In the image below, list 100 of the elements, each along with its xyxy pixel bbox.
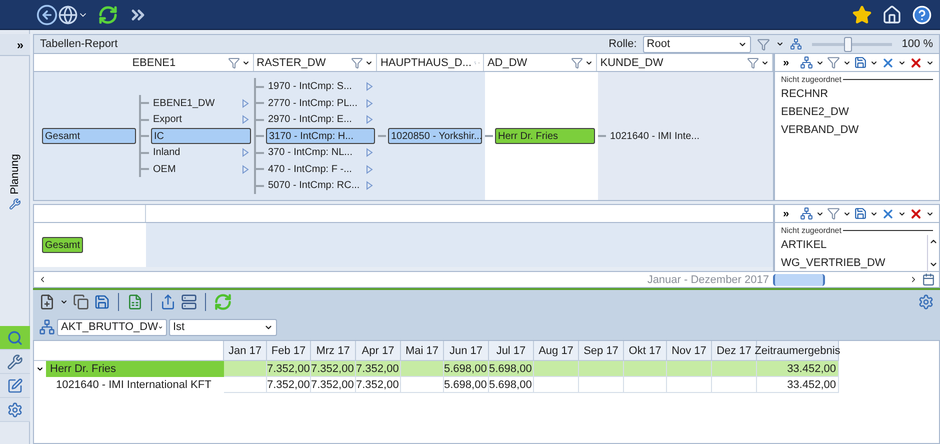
tree-node[interactable]: Gesamt <box>42 237 84 253</box>
tree-item[interactable]: 2770 - IntCmp: PL... <box>266 96 375 110</box>
column-header: Aug 17 <box>534 341 579 361</box>
refresh-icon[interactable] <box>98 4 118 24</box>
period-label: Januar - Dezember 2017 <box>647 274 769 286</box>
close-icon[interactable] <box>881 56 896 70</box>
tree-node[interactable]: 3170 - IntCmp: H... <box>266 128 375 144</box>
tree-item[interactable]: OEM <box>151 162 251 176</box>
save-icon[interactable] <box>854 56 868 69</box>
planning-tab[interactable]: Planung <box>6 152 22 212</box>
table-cell: 5.698,00 <box>444 377 489 393</box>
spreadsheet-icon[interactable] <box>127 294 143 310</box>
slider-thumb[interactable] <box>844 36 852 52</box>
tree-node[interactable]: Herr Dr. Fries <box>495 128 595 144</box>
tool-button[interactable] <box>0 350 30 374</box>
collapse-button[interactable]: » <box>0 34 30 56</box>
field-item[interactable]: RECHNR <box>775 84 939 102</box>
column-header[interactable]: EBENE1 <box>34 54 254 71</box>
back-button[interactable] <box>36 4 88 26</box>
tree-item[interactable]: 470 - IntCmp: F -... <box>266 162 375 176</box>
scroll-right-icon[interactable] <box>909 275 918 284</box>
tree-item[interactable]: Export <box>151 112 251 126</box>
tree-item[interactable]: 1970 - IntCmp: S... <box>266 80 375 94</box>
tree-node[interactable]: Gesamt <box>42 128 136 144</box>
column-header: Jul 17 <box>489 341 534 361</box>
new-document-icon[interactable] <box>39 294 55 310</box>
export-icon[interactable] <box>160 294 176 310</box>
tool-button[interactable] <box>0 326 30 350</box>
table-cell: 5.698,00 <box>444 361 489 377</box>
layout-icon[interactable] <box>790 38 802 50</box>
connector-line <box>598 135 606 137</box>
tree-item[interactable]: EBENE1_DW <box>151 96 251 110</box>
column-header: Okt 17 <box>624 341 667 361</box>
settings-icon[interactable] <box>6 402 22 418</box>
tree-item[interactable]: 1021640 - IMI Inte... <box>608 129 771 143</box>
section-heading: Nicht zugeordnet <box>781 75 842 84</box>
magnifier-icon[interactable] <box>6 330 22 346</box>
tree-item[interactable]: 2970 - IntCmp: E... <box>266 112 375 126</box>
close-icon[interactable] <box>881 206 896 220</box>
field-item[interactable]: VERBAND_DW <box>775 120 939 138</box>
measure-dropdown[interactable]: AKT_BRUTTO_DW <box>57 318 167 336</box>
column-header[interactable]: RASTER_DW <box>254 54 378 71</box>
dropdown-caret-icon[interactable] <box>843 210 852 218</box>
role-dropdown[interactable]: Root <box>642 36 751 52</box>
collapse-button[interactable]: » <box>783 208 790 220</box>
tree-node[interactable]: IC <box>151 128 251 144</box>
settings-icon[interactable] <box>918 294 934 310</box>
field-item[interactable]: EBENE2_DW <box>775 102 939 120</box>
version-dropdown[interactable]: Ist <box>169 318 277 336</box>
home-icon[interactable] <box>882 4 902 24</box>
edit-icon[interactable] <box>6 378 22 394</box>
field-item[interactable]: ARTIKEL <box>775 235 927 253</box>
calendar-icon[interactable] <box>922 273 935 286</box>
save-icon[interactable] <box>854 207 868 220</box>
tree-item[interactable]: 5070 - IntCmp: RC... <box>266 178 375 192</box>
table-cell: 33.452,00 <box>757 361 839 377</box>
dropdown-caret-icon[interactable] <box>870 210 878 218</box>
connector-line <box>378 135 386 137</box>
help-icon[interactable] <box>912 4 932 24</box>
table-cell: 7.352,00 <box>267 377 311 393</box>
dropdown-caret-icon[interactable] <box>816 210 824 218</box>
tool-button[interactable] <box>0 374 30 398</box>
tree-item[interactable]: 370 - IntCmp: NL... <box>266 146 375 160</box>
column-header: Jan 17 <box>224 341 267 361</box>
table-cell <box>667 361 712 377</box>
star-icon[interactable] <box>852 4 872 24</box>
tree-item[interactable]: Inland <box>151 146 251 160</box>
dropdown-caret-icon[interactable] <box>898 58 906 66</box>
scroll-up-icon[interactable] <box>929 237 938 246</box>
period-selection[interactable] <box>773 274 825 286</box>
table-cell: 7.352,00 <box>311 377 356 393</box>
layout-icon[interactable] <box>800 207 814 220</box>
dropdown-caret-icon[interactable] <box>843 58 852 66</box>
scroll-down-icon[interactable] <box>929 260 938 269</box>
layout-icon[interactable] <box>800 56 814 69</box>
dropdown-caret-icon[interactable] <box>926 58 934 66</box>
table-cell <box>401 361 444 377</box>
dropdown-caret-icon[interactable] <box>816 58 824 66</box>
dropdown-caret-icon[interactable] <box>898 210 906 218</box>
tool-button[interactable] <box>0 398 30 422</box>
table-cell: 5.698,00 <box>489 361 534 377</box>
table-cell <box>624 361 667 377</box>
delete-icon[interactable] <box>909 56 924 70</box>
field-item[interactable]: WG_VERTRIEB_DW <box>775 253 927 271</box>
scroll-left-icon[interactable] <box>38 275 47 284</box>
delete-icon[interactable] <box>909 206 924 220</box>
hierarchy-icon[interactable] <box>39 319 55 335</box>
row-label: Herr Dr. Fries <box>46 361 224 377</box>
dropdown-caret-icon[interactable] <box>870 58 878 66</box>
server-icon[interactable] <box>181 294 197 310</box>
column-header[interactable]: AD_DW <box>484 54 598 71</box>
table-cell <box>667 377 712 393</box>
save-icon[interactable] <box>94 294 110 310</box>
dropdown-caret-icon[interactable] <box>926 210 934 218</box>
copy-icon[interactable] <box>73 294 89 310</box>
wrench-icon[interactable] <box>8 198 20 210</box>
table-cell: 7.352,00 <box>356 377 401 393</box>
wrench-icon[interactable] <box>6 354 22 370</box>
collapse-button[interactable]: » <box>783 56 790 68</box>
scrollbar[interactable] <box>927 235 939 271</box>
